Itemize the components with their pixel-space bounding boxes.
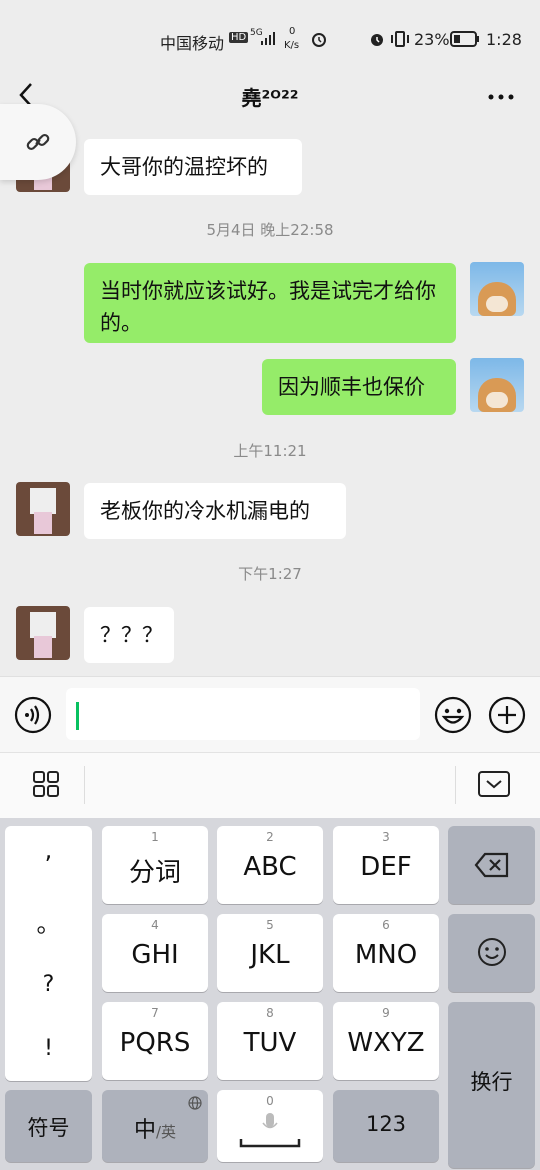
contact-avatar[interactable]: [16, 482, 70, 536]
key-6[interactable]: 6 MNO: [333, 914, 439, 992]
text-caret: [76, 702, 79, 730]
space-key[interactable]: 0: [217, 1090, 323, 1162]
my-avatar[interactable]: [470, 358, 524, 412]
key-5[interactable]: 5 JKL: [217, 914, 323, 992]
alarm-icon: [312, 33, 326, 47]
add-attachment-icon[interactable]: [488, 696, 526, 734]
message-bubble[interactable]: 老板你的冷水机漏电的: [84, 483, 346, 539]
net-speed-unit: K/s: [284, 40, 300, 51]
smiley-icon: [478, 938, 506, 966]
signal-icon: [261, 32, 275, 45]
symbols-key[interactable]: 符号: [5, 1090, 92, 1162]
key-7[interactable]: 7 PQRS: [102, 1002, 208, 1080]
message-bubble[interactable]: 当时你就应该试好。我是试完才给你的。: [84, 263, 456, 343]
key-8[interactable]: 8 TUV: [217, 1002, 323, 1080]
numbers-key[interactable]: 123: [333, 1090, 439, 1162]
lang-english: /英: [155, 1123, 177, 1141]
voice-input-icon[interactable]: [14, 696, 52, 734]
microphone-icon: [262, 1113, 278, 1129]
punct-period[interactable]: 。: [5, 904, 92, 939]
key-4[interactable]: 4 GHI: [102, 914, 208, 992]
punct-question[interactable]: ?: [5, 972, 92, 997]
clock: 1:28: [486, 30, 522, 49]
message-bubble[interactable]: 因为顺丰也保价: [262, 359, 456, 415]
enter-key[interactable]: 换行: [448, 1002, 535, 1168]
globe-icon: [188, 1096, 202, 1110]
battery-percent: 23%: [414, 30, 450, 49]
timestamp: 下午1:27: [238, 565, 302, 583]
key-1[interactable]: 1 分词: [102, 826, 208, 904]
carrier-name: 中国移动: [160, 34, 225, 53]
toolbar-divider: [455, 766, 456, 804]
hd-badge: HD: [229, 32, 249, 43]
backspace-key[interactable]: [448, 826, 535, 904]
key-9[interactable]: 9 WXYZ: [333, 1002, 439, 1080]
toolbar-divider: [84, 766, 85, 804]
punct-comma[interactable]: ,: [5, 836, 92, 864]
alarm-icon-2: [371, 34, 383, 46]
link-float-button[interactable]: [0, 104, 76, 180]
message-bubble[interactable]: ？？？: [84, 607, 174, 663]
keyboard-toolbar: [0, 752, 540, 818]
more-options-icon[interactable]: [486, 84, 516, 104]
message-bubble[interactable]: 大哥你的温控坏的: [84, 139, 302, 195]
language-switch-key[interactable]: 中/英: [102, 1090, 208, 1162]
timestamp: 5月4日 晚上22:58: [206, 221, 334, 239]
vibrate-icon: [391, 31, 409, 47]
emoji-icon[interactable]: [434, 696, 472, 734]
key-2[interactable]: 2 ABC: [217, 826, 323, 904]
spacebar-icon: [239, 1139, 301, 1148]
punctuation-column[interactable]: , 。 ? !: [5, 826, 92, 1081]
emoji-key[interactable]: [448, 914, 535, 992]
keyboard: , 。 ? ! 1 分词 2 ABC 3 DEF 4 GHI 5 JKL 6 M…: [0, 818, 540, 1170]
my-avatar[interactable]: [470, 262, 524, 316]
contact-avatar[interactable]: [16, 606, 70, 660]
lang-chinese: 中: [133, 1118, 156, 1143]
backspace-icon: [474, 852, 509, 878]
net-speed-value: 0: [289, 26, 296, 37]
punct-exclaim[interactable]: !: [5, 1036, 92, 1061]
battery-icon: [450, 31, 479, 47]
link-icon: [26, 133, 50, 151]
message-input[interactable]: [66, 688, 420, 740]
keyboard-apps-icon[interactable]: [32, 770, 60, 798]
chat-title: 堯²ᴼ²²: [241, 86, 299, 110]
key-3[interactable]: 3 DEF: [333, 826, 439, 904]
status-bar: 中国移动 HD 5G 0 K/s 23% 1:28: [0, 0, 540, 76]
hide-keyboard-icon[interactable]: [477, 770, 511, 798]
timestamp: 上午11:21: [233, 442, 307, 460]
